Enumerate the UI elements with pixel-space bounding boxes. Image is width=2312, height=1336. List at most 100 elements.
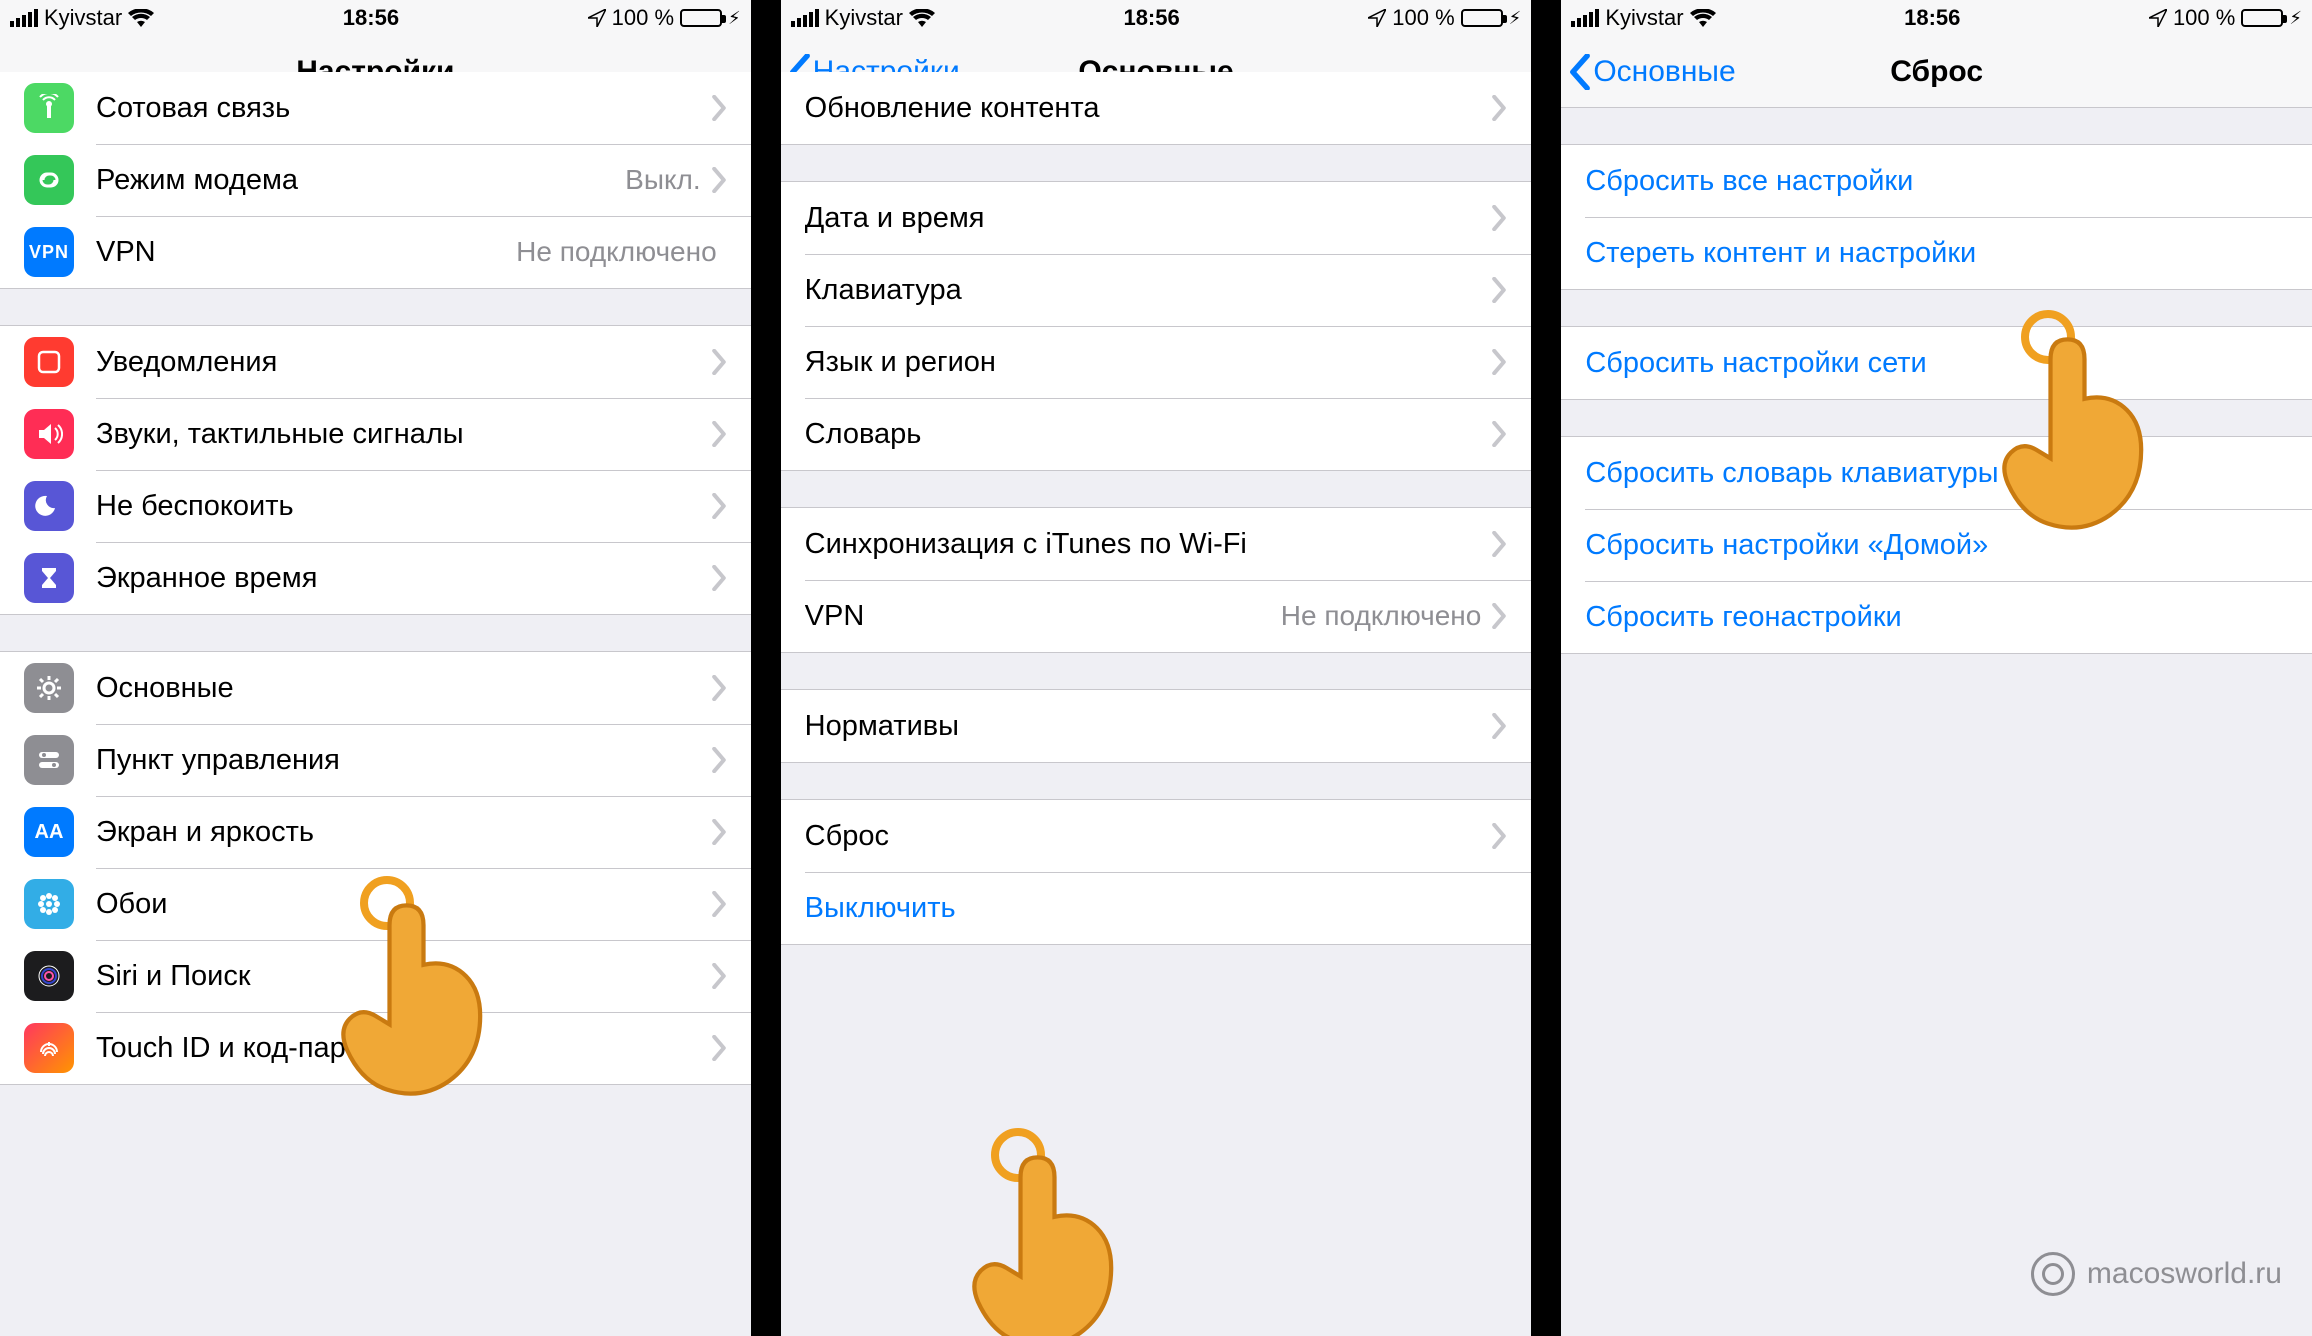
wifi-icon bbox=[1690, 9, 1716, 27]
status-bar: Kyivstar 18:56 100 % ⚡︎ bbox=[781, 0, 1532, 36]
chevron-right-icon bbox=[711, 421, 727, 447]
settings-row[interactable]: Экранное время bbox=[0, 542, 751, 614]
row-label: Сбросить геонастройки bbox=[1585, 601, 2288, 634]
row-detail: Не подключено bbox=[516, 236, 717, 268]
battery-icon bbox=[680, 9, 722, 27]
chevron-right-icon bbox=[1491, 421, 1507, 447]
vpn-icon: VPN bbox=[24, 227, 74, 277]
settings-row[interactable]: Сброс bbox=[781, 800, 1532, 872]
bell-icon bbox=[24, 337, 74, 387]
settings-row[interactable]: AA Экран и яркость bbox=[0, 796, 751, 868]
row-label: Язык и регион bbox=[805, 346, 1492, 379]
wifi-icon bbox=[909, 9, 935, 27]
row-label: Пункт управления bbox=[96, 744, 711, 777]
screenshot-3-reset: Kyivstar 18:56 100 % ⚡︎ Основные Сброс С… bbox=[1561, 0, 2312, 1336]
link-icon bbox=[24, 155, 74, 205]
carrier-name: Kyivstar bbox=[825, 5, 903, 31]
location-icon bbox=[1368, 9, 1386, 27]
row-label: Сбросить словарь клавиатуры bbox=[1585, 457, 2288, 490]
row-label: Siri и Поиск bbox=[96, 960, 711, 993]
settings-row[interactable]: Звуки, тактильные сигналы bbox=[0, 398, 751, 470]
chevron-right-icon bbox=[1491, 349, 1507, 375]
chevron-right-icon bbox=[1491, 95, 1507, 121]
row-label: Обновление контента bbox=[805, 92, 1492, 125]
back-label: Основные bbox=[1593, 55, 1735, 89]
settings-row[interactable]: Язык и регион bbox=[781, 326, 1532, 398]
settings-row[interactable]: Сотовая связь bbox=[0, 72, 751, 144]
settings-row[interactable]: Сбросить настройки «Домой» bbox=[1561, 509, 2312, 581]
chevron-right-icon bbox=[711, 95, 727, 121]
row-label: Выключить bbox=[805, 892, 1508, 925]
row-label: Клавиатура bbox=[805, 274, 1492, 307]
row-label: VPN bbox=[96, 236, 516, 269]
row-label: Сбросить все настройки bbox=[1585, 165, 2288, 198]
row-detail: Выкл. bbox=[625, 164, 700, 196]
touchid-icon bbox=[24, 1023, 74, 1073]
battery-percent: 100 % bbox=[612, 5, 674, 31]
settings-row[interactable]: Стереть контент и настройки bbox=[1561, 217, 2312, 289]
settings-row[interactable]: Siri и Поиск bbox=[0, 940, 751, 1012]
settings-row[interactable]: VPNНе подключено bbox=[781, 580, 1532, 652]
row-label: Основные bbox=[96, 672, 711, 705]
antenna-icon bbox=[24, 83, 74, 133]
gear-icon bbox=[24, 663, 74, 713]
back-button[interactable]: Основные bbox=[1569, 36, 1735, 107]
chevron-right-icon bbox=[1491, 205, 1507, 231]
row-label: Не беспокоить bbox=[96, 490, 711, 523]
speaker-icon bbox=[24, 409, 74, 459]
row-label: Сбросить настройки сети bbox=[1585, 347, 2288, 380]
row-label: Экран и яркость bbox=[96, 816, 711, 849]
chevron-right-icon bbox=[711, 819, 727, 845]
cellular-signal-icon bbox=[10, 9, 38, 27]
row-label: Touch ID и код-пароль bbox=[96, 1032, 711, 1065]
general-list[interactable]: Обновление контентаДата и времяКлавиатур… bbox=[781, 108, 1532, 1336]
settings-row[interactable]: VPNVPNНе подключено bbox=[0, 216, 751, 288]
chevron-right-icon bbox=[1491, 277, 1507, 303]
row-label: Экранное время bbox=[96, 562, 711, 595]
row-label: Дата и время bbox=[805, 202, 1492, 235]
status-bar: Kyivstar 18:56 100 % ⚡︎ bbox=[0, 0, 751, 36]
settings-row[interactable]: Сбросить настройки сети bbox=[1561, 327, 2312, 399]
settings-row[interactable]: Сбросить все настройки bbox=[1561, 145, 2312, 217]
row-label: Сбросить настройки «Домой» bbox=[1585, 529, 2288, 562]
cellular-signal-icon bbox=[791, 9, 819, 27]
cellular-signal-icon bbox=[1571, 9, 1599, 27]
settings-list[interactable]: Сотовая связьРежим модемаВыкл.VPNVPNНе п… bbox=[0, 108, 751, 1336]
watermark-logo-icon bbox=[2031, 1252, 2075, 1296]
nav-bar: Основные Сброс bbox=[1561, 36, 2312, 108]
aa-icon: AA bbox=[24, 807, 74, 857]
settings-row[interactable]: Touch ID и код-пароль bbox=[0, 1012, 751, 1084]
reset-list[interactable]: Сбросить все настройки Стереть контент и … bbox=[1561, 108, 2312, 1336]
settings-row[interactable]: Словарь bbox=[781, 398, 1532, 470]
settings-row[interactable]: Уведомления bbox=[0, 326, 751, 398]
settings-row[interactable]: Дата и время bbox=[781, 182, 1532, 254]
settings-row[interactable]: Сбросить словарь клавиатуры bbox=[1561, 437, 2312, 509]
charging-icon: ⚡︎ bbox=[2289, 8, 2302, 29]
battery-percent: 100 % bbox=[2173, 5, 2235, 31]
settings-row[interactable]: Пункт управления bbox=[0, 724, 751, 796]
settings-row[interactable]: Обои bbox=[0, 868, 751, 940]
row-label: Стереть контент и настройки bbox=[1585, 237, 2288, 270]
carrier-name: Kyivstar bbox=[1605, 5, 1683, 31]
chevron-right-icon bbox=[711, 565, 727, 591]
settings-row[interactable]: Режим модемаВыкл. bbox=[0, 144, 751, 216]
settings-row[interactable]: Синхронизация с iTunes по Wi-Fi bbox=[781, 508, 1532, 580]
moon-icon bbox=[24, 481, 74, 531]
settings-row[interactable]: Нормативы bbox=[781, 690, 1532, 762]
row-label: Сброс bbox=[805, 820, 1492, 853]
row-label: Синхронизация с iTunes по Wi-Fi bbox=[805, 528, 1492, 561]
row-label: VPN bbox=[805, 600, 1281, 633]
settings-row[interactable]: Выключить bbox=[781, 872, 1532, 944]
settings-row[interactable]: Обновление контента bbox=[781, 72, 1532, 144]
settings-row[interactable]: Сбросить геонастройки bbox=[1561, 581, 2312, 653]
chevron-right-icon bbox=[711, 493, 727, 519]
settings-row[interactable]: Клавиатура bbox=[781, 254, 1532, 326]
chevron-right-icon bbox=[711, 349, 727, 375]
settings-row[interactable]: Не беспокоить bbox=[0, 470, 751, 542]
row-label: Режим модема bbox=[96, 164, 625, 197]
status-bar: Kyivstar 18:56 100 % ⚡︎ bbox=[1561, 0, 2312, 36]
hourglass-icon bbox=[24, 553, 74, 603]
settings-row[interactable]: Основные bbox=[0, 652, 751, 724]
switches-icon bbox=[24, 735, 74, 785]
battery-icon bbox=[1461, 9, 1503, 27]
